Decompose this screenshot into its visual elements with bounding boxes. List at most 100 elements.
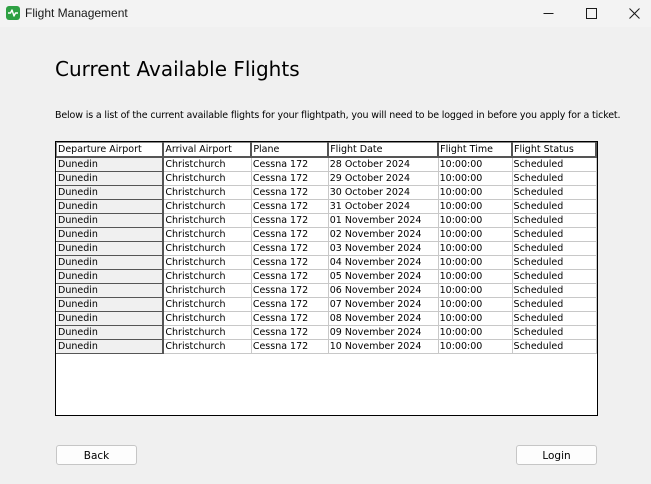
- table-cell[interactable]: Cessna 172: [251, 213, 329, 228]
- flights-table[interactable]: Departure Airport Arrival Airport Plane Fli…: [55, 141, 598, 416]
- table-cell[interactable]: 10:00:00: [438, 185, 513, 200]
- table-cell[interactable]: 10:00:00: [438, 325, 513, 340]
- table-cell[interactable]: Dunedin: [56, 311, 165, 326]
- table-cell[interactable]: 10:00:00: [438, 297, 513, 312]
- table-cell[interactable]: Scheduled: [512, 157, 597, 172]
- table-cell[interactable]: 10:00:00: [438, 255, 513, 270]
- maximize-button[interactable]: [569, 0, 614, 27]
- minimize-button[interactable]: [526, 0, 571, 27]
- table-cell[interactable]: Dunedin: [56, 171, 165, 186]
- table-cell[interactable]: Christchurch: [163, 185, 252, 200]
- table-cell[interactable]: Christchurch: [163, 241, 252, 256]
- table-cell[interactable]: Cessna 172: [251, 255, 329, 270]
- table-row[interactable]: Dunedin Christchurch Cessna 172 03 November…: [56, 241, 597, 256]
- column-header[interactable]: Plane: [250, 142, 330, 158]
- table-cell[interactable]: Dunedin: [56, 255, 165, 270]
- table-cell[interactable]: Dunedin: [56, 241, 165, 256]
- table-row[interactable]: Dunedin Christchurch Cessna 172 28 October …: [56, 156, 597, 172]
- table-cell[interactable]: Christchurch: [163, 255, 252, 270]
- table-cell[interactable]: 10:00:00: [438, 171, 513, 186]
- table-cell[interactable]: Cessna 172: [251, 339, 329, 354]
- table-cell[interactable]: Cessna 172: [251, 157, 329, 172]
- close-button[interactable]: [612, 0, 651, 27]
- table-cell[interactable]: Dunedin: [56, 297, 165, 312]
- table-row[interactable]: Dunedin Christchurch Cessna 172 04 November…: [56, 255, 597, 270]
- column-header[interactable]: Departure Airport: [56, 142, 165, 158]
- table-cell[interactable]: 10:00:00: [438, 283, 513, 298]
- table-row[interactable]: Dunedin Christchurch Cessna 172 05 November…: [56, 269, 597, 284]
- table-cell[interactable]: 10:00:00: [438, 227, 513, 242]
- table-row[interactable]: Dunedin Christchurch Cessna 172 02 November…: [56, 227, 597, 242]
- table-cell[interactable]: Christchurch: [163, 339, 252, 354]
- table-cell[interactable]: 01 November 2024: [328, 213, 439, 228]
- table-cell[interactable]: Scheduled: [512, 171, 597, 186]
- table-cell[interactable]: 30 October 2024: [328, 185, 439, 200]
- table-cell[interactable]: Scheduled: [512, 269, 597, 284]
- table-cell[interactable]: Dunedin: [56, 199, 165, 214]
- table-cell[interactable]: Cessna 172: [251, 269, 329, 284]
- table-row[interactable]: Dunedin Christchurch Cessna 172 09 November…: [56, 325, 597, 340]
- table-cell[interactable]: 28 October 2024: [328, 157, 439, 172]
- table-cell[interactable]: Christchurch: [163, 157, 252, 172]
- table-cell[interactable]: Scheduled: [512, 339, 597, 354]
- table-cell[interactable]: Cessna 172: [251, 227, 329, 242]
- table-cell[interactable]: Cessna 172: [251, 241, 329, 256]
- table-cell[interactable]: 08 November 2024: [328, 311, 439, 326]
- column-header[interactable]: Flight Time: [437, 142, 514, 158]
- table-cell[interactable]: Christchurch: [163, 297, 252, 312]
- table-row[interactable]: Dunedin Christchurch Cessna 172 06 November…: [56, 283, 597, 298]
- table-cell[interactable]: Scheduled: [512, 283, 597, 298]
- table-cell[interactable]: Dunedin: [56, 283, 165, 298]
- table-cell[interactable]: 10:00:00: [438, 199, 513, 214]
- table-row[interactable]: Dunedin Christchurch Cessna 172 10 November…: [56, 339, 597, 354]
- table-cell[interactable]: 04 November 2024: [328, 255, 439, 270]
- table-cell[interactable]: 10:00:00: [438, 269, 513, 284]
- table-cell[interactable]: Cessna 172: [251, 171, 329, 186]
- table-cell[interactable]: Scheduled: [512, 311, 597, 326]
- table-row[interactable]: Dunedin Christchurch Cessna 172 08 November…: [56, 311, 597, 326]
- table-cell[interactable]: Christchurch: [163, 283, 252, 298]
- table-cell[interactable]: Dunedin: [56, 156, 165, 172]
- table-cell[interactable]: Christchurch: [163, 213, 252, 228]
- column-header[interactable]: Flight Date: [327, 142, 440, 158]
- table-cell[interactable]: Scheduled: [512, 199, 597, 214]
- table-cell[interactable]: Christchurch: [163, 227, 252, 242]
- table-cell[interactable]: Christchurch: [163, 311, 252, 326]
- table-cell[interactable]: 10:00:00: [438, 157, 513, 172]
- table-cell[interactable]: 10:00:00: [438, 241, 513, 256]
- table-cell[interactable]: Dunedin: [56, 185, 165, 200]
- table-cell[interactable]: 02 November 2024: [328, 227, 439, 242]
- table-cell[interactable]: 06 November 2024: [328, 283, 439, 298]
- table-cell[interactable]: 10:00:00: [438, 311, 513, 326]
- back-button[interactable]: Back: [56, 445, 137, 465]
- table-cell[interactable]: Christchurch: [163, 269, 252, 284]
- table-cell[interactable]: Dunedin: [56, 213, 165, 228]
- table-cell[interactable]: Christchurch: [163, 325, 252, 340]
- login-button[interactable]: Login: [516, 445, 597, 465]
- table-cell[interactable]: 31 October 2024: [328, 199, 439, 214]
- table-cell[interactable]: Scheduled: [512, 297, 597, 312]
- table-cell[interactable]: 03 November 2024: [328, 241, 439, 256]
- table-cell[interactable]: 09 November 2024: [328, 325, 439, 340]
- table-cell[interactable]: Dunedin: [56, 325, 165, 340]
- table-cell[interactable]: Cessna 172: [251, 297, 329, 312]
- table-row[interactable]: Dunedin Christchurch Cessna 172 01 November…: [56, 213, 597, 228]
- table-cell[interactable]: Scheduled: [512, 325, 597, 340]
- table-cell[interactable]: Cessna 172: [251, 199, 329, 214]
- table-cell[interactable]: 29 October 2024: [328, 171, 439, 186]
- table-cell[interactable]: Scheduled: [512, 227, 597, 242]
- table-cell[interactable]: 07 November 2024: [328, 297, 439, 312]
- table-cell[interactable]: Scheduled: [512, 185, 597, 200]
- table-cell[interactable]: Cessna 172: [251, 311, 329, 326]
- table-cell[interactable]: Cessna 172: [251, 283, 329, 298]
- table-cell[interactable]: Cessna 172: [251, 185, 329, 200]
- table-row[interactable]: Dunedin Christchurch Cessna 172 30 October …: [56, 185, 597, 200]
- table-cell[interactable]: Christchurch: [163, 171, 252, 186]
- table-cell[interactable]: Cessna 172: [251, 325, 329, 340]
- table-cell[interactable]: Scheduled: [512, 241, 597, 256]
- table-cell[interactable]: Christchurch: [163, 199, 252, 214]
- table-cell[interactable]: 05 November 2024: [328, 269, 439, 284]
- table-cell[interactable]: 10:00:00: [438, 213, 513, 228]
- table-cell[interactable]: Dunedin: [56, 339, 165, 354]
- table-cell[interactable]: 10:00:00: [438, 339, 513, 354]
